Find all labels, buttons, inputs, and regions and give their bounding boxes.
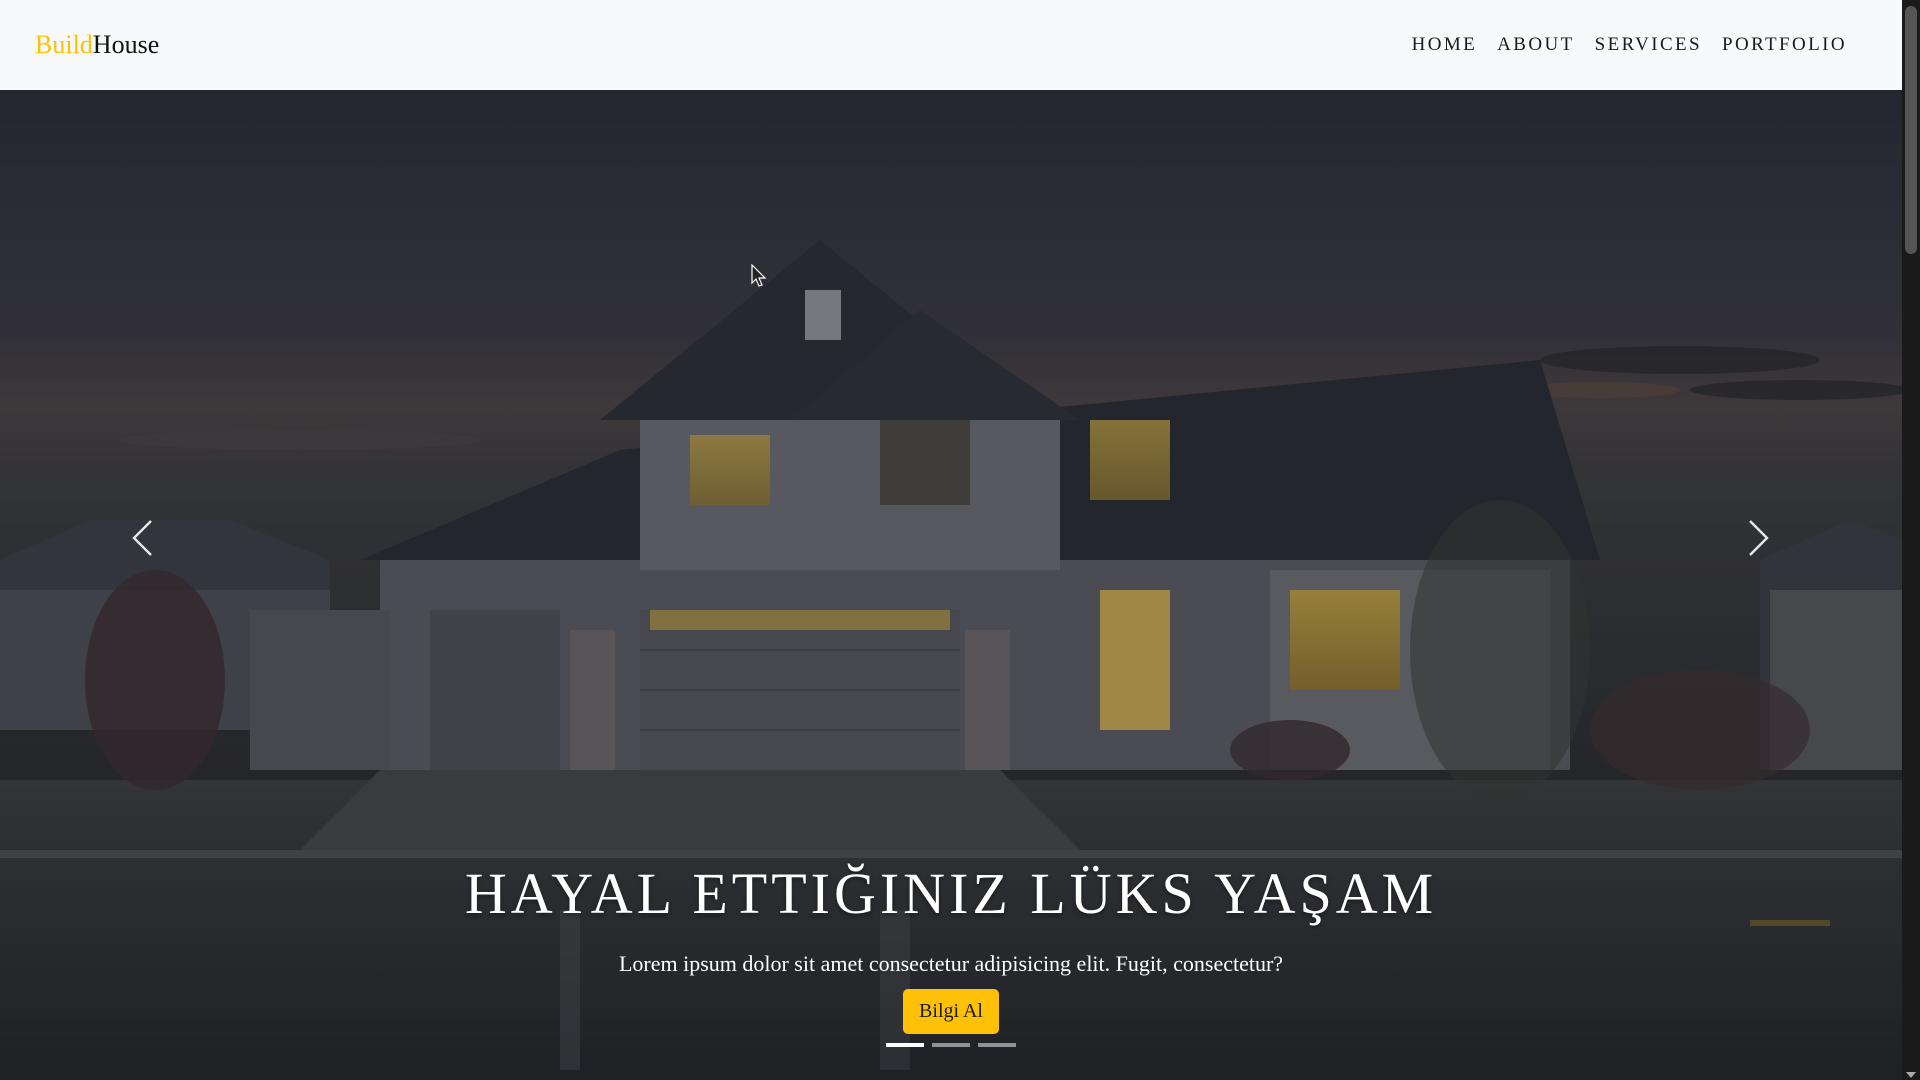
chevron-left-icon: [131, 519, 153, 562]
hero-caption: HAYAL ETTIĞINIZ LÜKS YAŞAM Lorem ipsum d…: [0, 860, 1902, 1034]
brand-part-build: Build: [35, 30, 93, 59]
nav-link-portfolio[interactable]: PORTFOLIO: [1712, 26, 1857, 64]
hero-subtitle: Lorem ipsum dolor sit amet consectetur a…: [618, 951, 1284, 976]
hero-title: HAYAL ETTIĞINIZ LÜKS YAŞAM: [464, 861, 1438, 926]
brand-logo[interactable]: BuildHouse: [35, 30, 159, 60]
scrollbar-thumb[interactable]: [1905, 6, 1917, 254]
carousel-indicator-1[interactable]: [886, 1043, 924, 1047]
info-button[interactable]: Bilgi Al: [903, 989, 999, 1034]
nav-links: HOME ABOUT SERVICES PORTFOLIO: [1402, 26, 1857, 64]
carousel-indicator-3[interactable]: [978, 1043, 1016, 1047]
nav-link-about[interactable]: ABOUT: [1487, 26, 1584, 64]
hero-carousel: HAYAL ETTIĞINIZ LÜKS YAŞAM Lorem ipsum d…: [0, 90, 1902, 1080]
mouse-cursor-icon: [751, 264, 767, 287]
nav-link-services[interactable]: SERVICES: [1585, 26, 1712, 64]
carousel-prev-button[interactable]: [112, 510, 172, 570]
scroll-down-arrow-icon[interactable]: [1906, 1072, 1916, 1078]
navbar: BuildHouse HOME ABOUT SERVICES PORTFOLIO: [0, 0, 1902, 90]
chevron-right-icon: [1748, 519, 1770, 562]
carousel-indicators: [0, 1043, 1902, 1047]
carousel-indicator-2[interactable]: [932, 1043, 970, 1047]
nav-link-home[interactable]: HOME: [1402, 26, 1488, 64]
page-scrollbar[interactable]: [1902, 0, 1920, 1080]
carousel-next-button[interactable]: [1729, 510, 1789, 570]
brand-part-house: House: [92, 30, 160, 59]
